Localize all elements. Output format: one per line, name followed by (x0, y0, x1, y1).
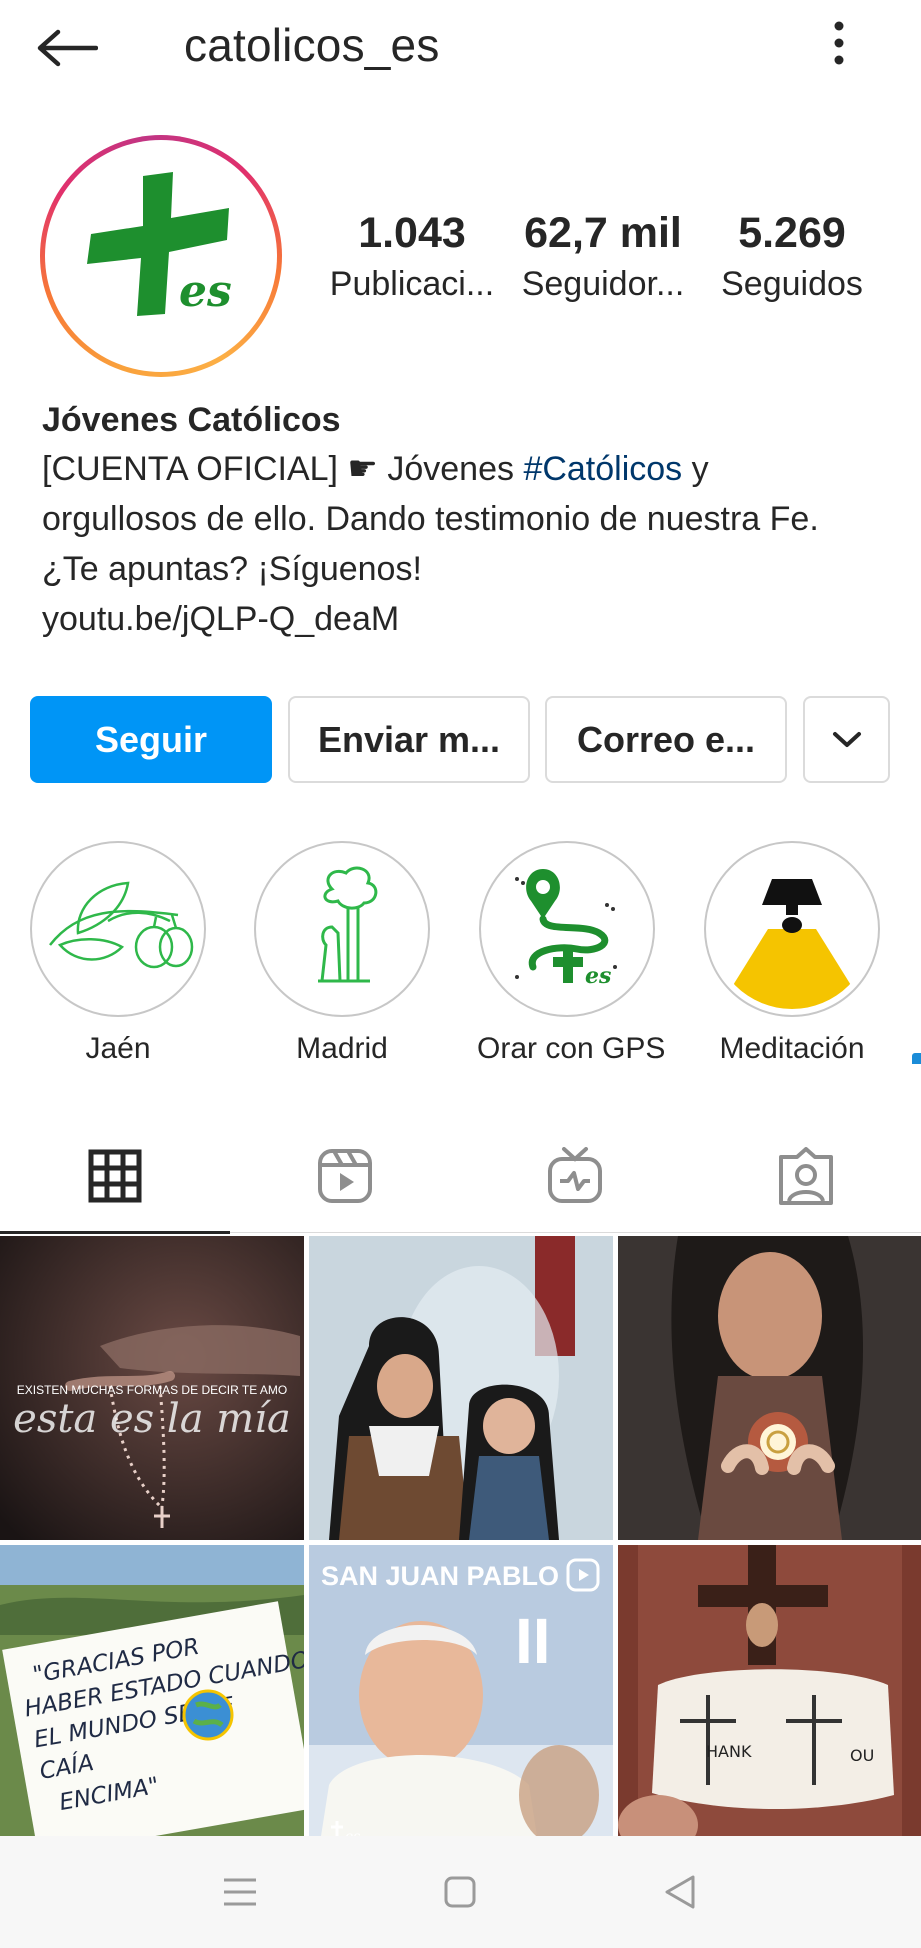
active-tab-indicator (0, 1231, 230, 1234)
follow-button[interactable]: Seguir (30, 696, 272, 783)
post-thumbnail[interactable]: HANK OU (618, 1545, 921, 1849)
posts-count: 1.043 (358, 209, 466, 257)
following-label: Seguidos (721, 265, 863, 303)
profile-bio: Jóvenes Católicos [CUENTA OFICIAL] ☛ Jóv… (42, 396, 892, 644)
bio-line: orgullosos de ello. Dando testimonio de … (42, 500, 819, 538)
bio-line: ¿Te apuntas? ¡Síguenos! (42, 550, 422, 588)
email-button[interactable]: Correo e... (545, 696, 787, 783)
gps-route-icon: es (515, 869, 617, 989)
highlight-orar-con-gps[interactable]: es Orar con GPS (477, 841, 666, 1069)
profile-username: catolicos_es (184, 19, 440, 71)
home-button[interactable] (430, 1866, 490, 1918)
suggested-accounts-button[interactable] (803, 696, 890, 783)
posts-label: Publicaci... (329, 265, 495, 303)
tab-reels[interactable] (230, 1118, 460, 1233)
nuns-image (309, 1236, 613, 1540)
display-name: Jóvenes Católicos (42, 401, 341, 439)
svg-text:es: es (585, 963, 611, 989)
post-thumbnail[interactable]: EXISTEN MUCHAS FORMAS DE DECIR TE AMO es… (0, 1236, 304, 1540)
highlight-meditacion[interactable]: Meditación (702, 841, 882, 1069)
svg-text:II: II (515, 1605, 551, 1677)
post-thumbnail[interactable]: "GRACIAS POR HABER ESTADO CUANDO EL MUND… (0, 1545, 304, 1849)
reels-icon (318, 1148, 372, 1203)
tagged-icon (779, 1146, 833, 1205)
top-bar: catolicos_es (0, 0, 921, 96)
stat-posts[interactable]: 1.043 Publicaci... (326, 205, 498, 307)
svg-text:esta es la mía: esta es la mía (13, 1396, 291, 1442)
tab-posts-grid[interactable] (0, 1118, 230, 1234)
following-count: 5.269 (738, 209, 846, 257)
highlight-label: Jaén (85, 1032, 151, 1065)
triangle-back-icon (665, 1875, 695, 1909)
highlight-madrid[interactable]: Madrid (252, 841, 432, 1069)
back-nav-button[interactable] (650, 1866, 710, 1918)
madrid-bear-tree-icon (318, 866, 378, 983)
svg-text:EXISTEN MUCHAS FORMAS DE DECIR: EXISTEN MUCHAS FORMAS DE DECIR TE AMO (17, 1383, 287, 1397)
square-icon (444, 1876, 476, 1908)
post-thumbnail[interactable]: SAN JUAN PABLO II es (309, 1545, 613, 1849)
stat-followers[interactable]: 62,7 mil Seguidor... (518, 205, 688, 307)
options-button[interactable] (824, 18, 854, 68)
hashtag-link[interactable]: #Católicos (523, 450, 682, 488)
bio-line: [CUENTA OFICIAL] ☛ Jóvenes #Católicos y (42, 450, 709, 488)
message-button[interactable]: Enviar m... (288, 696, 530, 783)
highlight-label: Orar con GPS (477, 1032, 666, 1065)
cross-es-logo: es (87, 172, 232, 317)
svg-text:SAN JUAN PABLO: SAN JUAN PABLO (321, 1561, 559, 1591)
bio-website-link[interactable]: youtu.be/jQLP-Q_deaM (42, 594, 892, 644)
stat-following[interactable]: 5.269 Seguidos (714, 205, 870, 307)
followers-label: Seguidor... (521, 265, 685, 303)
chevron-down-icon (832, 731, 861, 747)
svg-text:es: es (179, 266, 232, 317)
system-navigation-bar (0, 1836, 921, 1948)
followers-count: 62,7 mil (524, 209, 682, 257)
highlight-jaen[interactable]: Jaén (28, 841, 208, 1069)
recent-apps-button[interactable] (210, 1866, 270, 1918)
reel-indicator-icon (566, 1558, 600, 1592)
next-highlight-edge (912, 1053, 921, 1064)
crucifix-image: HANK OU (618, 1545, 921, 1849)
gracias-quote-image: "GRACIAS POR HABER ESTADO CUANDO EL MUND… (0, 1545, 304, 1849)
avatar: es (51, 146, 271, 366)
back-button[interactable] (36, 20, 108, 76)
svg-text:HANK: HANK (706, 1742, 752, 1761)
tab-igtv[interactable] (460, 1118, 690, 1233)
profile-tabs (0, 1118, 921, 1234)
arrow-left-icon (37, 29, 98, 67)
igtv-icon (548, 1146, 602, 1203)
eucharist-woman-image (618, 1236, 921, 1540)
avatar-story-ring[interactable]: es (40, 135, 282, 377)
highlight-label: Madrid (296, 1032, 388, 1065)
svg-text:OU: OU (850, 1746, 874, 1765)
tab-tagged[interactable] (691, 1118, 921, 1233)
highlight-label: Meditación (719, 1032, 865, 1065)
lamp-icon (718, 879, 866, 1009)
post-thumbnail[interactable] (618, 1236, 921, 1540)
grid-icon (88, 1149, 142, 1202)
post-thumbnail[interactable] (309, 1236, 613, 1540)
menu-icon (224, 1878, 256, 1906)
olive-branch-icon (49, 881, 194, 969)
more-vertical-icon (834, 21, 844, 65)
rosary-hands-image: EXISTEN MUCHAS FORMAS DE DECIR TE AMO es… (0, 1236, 304, 1540)
